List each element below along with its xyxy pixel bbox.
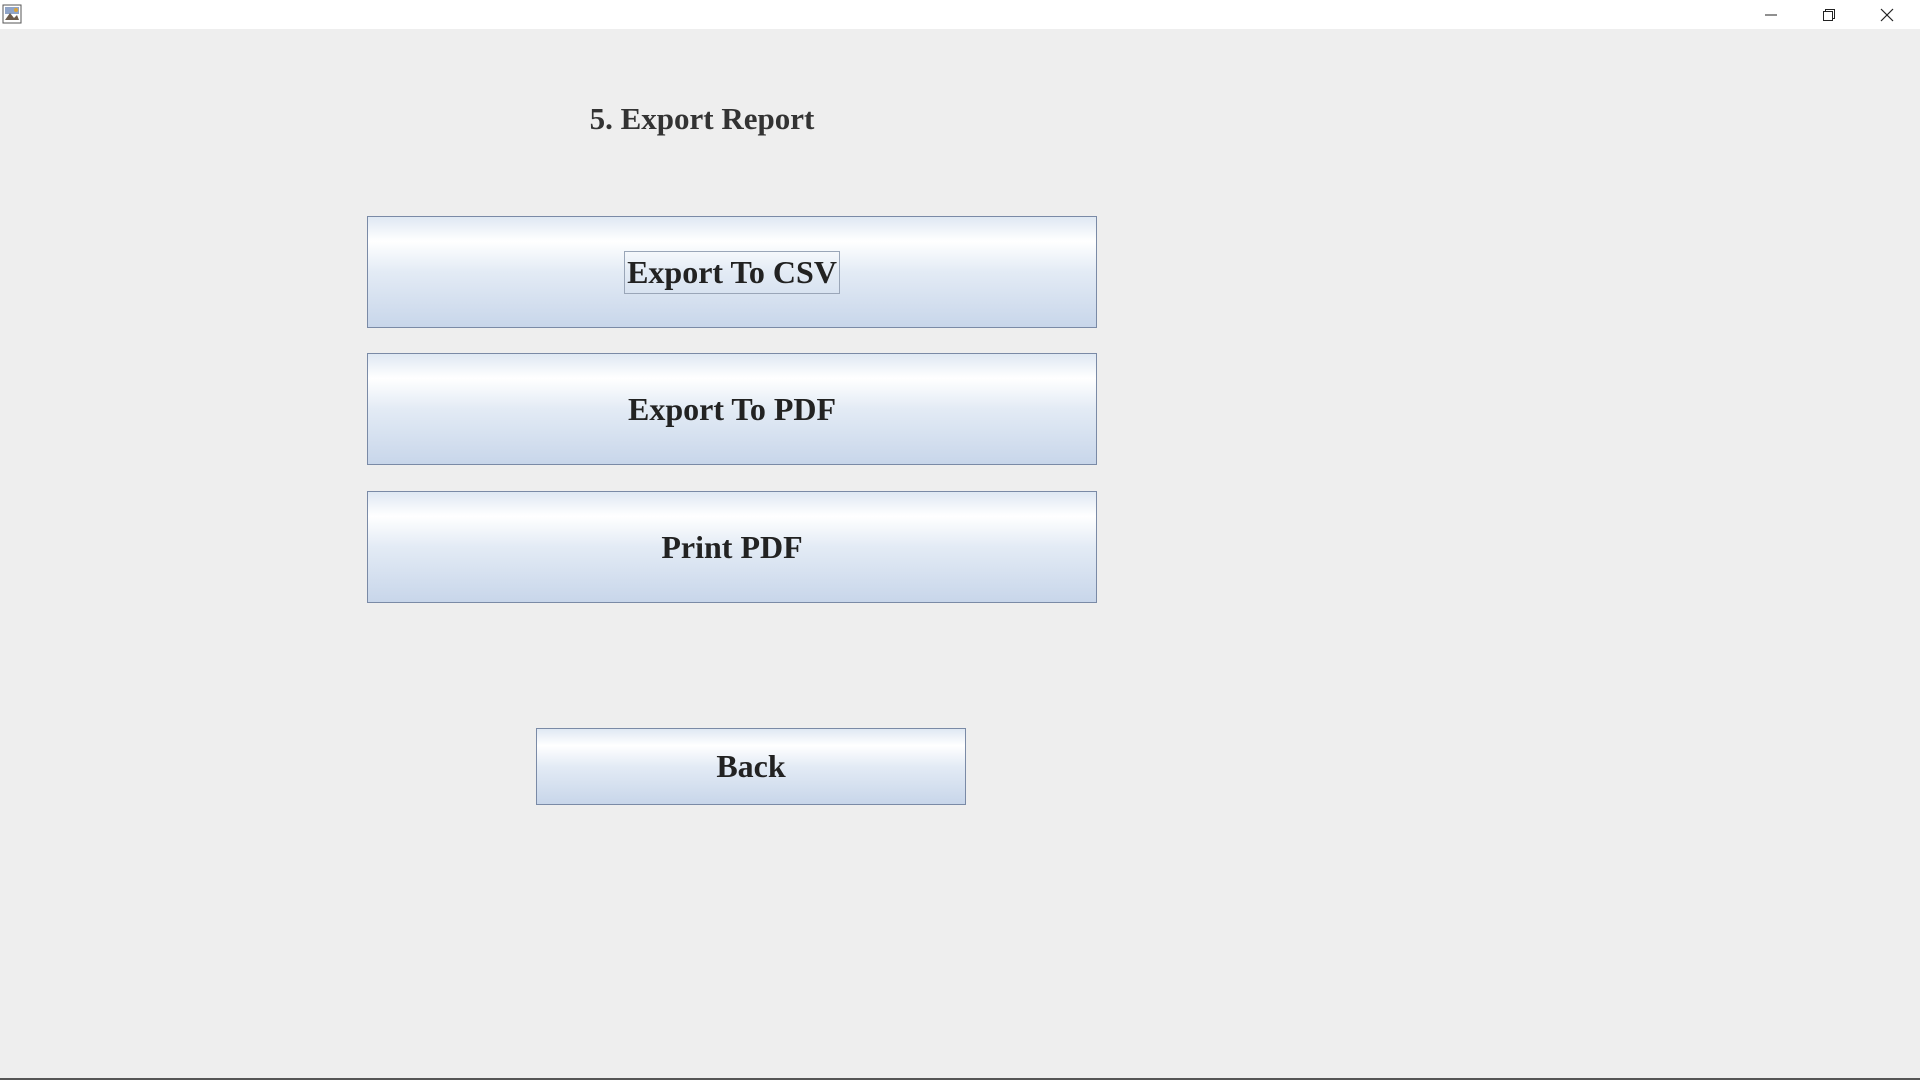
export-pdf-label: Export To PDF: [627, 390, 837, 427]
export-pdf-button[interactable]: Export To PDF: [367, 353, 1097, 465]
export-csv-button[interactable]: Export To CSV: [367, 216, 1097, 328]
close-icon: [1880, 8, 1894, 21]
minimize-button[interactable]: [1742, 0, 1800, 29]
close-button[interactable]: [1858, 0, 1916, 29]
title-bar[interactable]: [0, 0, 1920, 29]
page-title: 5. Export Report: [589, 101, 815, 136]
export-csv-label: Export To CSV: [624, 250, 840, 294]
print-pdf-button[interactable]: Print PDF: [367, 491, 1097, 603]
restore-button[interactable]: [1800, 0, 1858, 29]
back-label: Back: [716, 748, 786, 784]
minimize-icon: [1765, 14, 1777, 15]
app-window: 5. Export Report Export To CSV Export To…: [0, 0, 1920, 1080]
restore-icon: [1823, 8, 1835, 21]
print-pdf-label: Print PDF: [661, 528, 803, 565]
content-panel: 5. Export Report Export To CSV Export To…: [0, 29, 1920, 1078]
java-app-icon[interactable]: [2, 4, 22, 24]
back-button[interactable]: Back: [536, 728, 966, 805]
